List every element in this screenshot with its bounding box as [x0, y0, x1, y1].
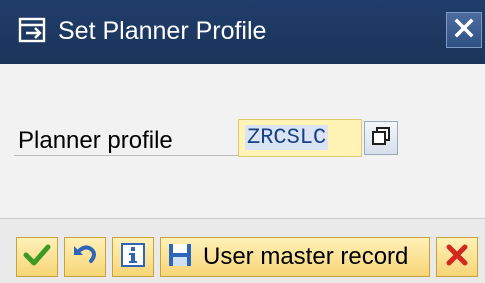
user-master-record-button[interactable]: User master record [160, 237, 430, 277]
undo-icon [71, 242, 99, 273]
cancel-icon [445, 243, 469, 272]
value-help-button[interactable] [364, 121, 398, 155]
info-button[interactable] [112, 237, 154, 277]
set-planner-profile-dialog: Set Planner Profile Planner profile ZRCS… [0, 0, 485, 283]
checkmark-icon [23, 242, 51, 273]
planner-profile-input[interactable]: ZRCSLC [238, 119, 362, 157]
user-master-record-label: User master record [203, 243, 409, 270]
cancel-button[interactable] [436, 237, 478, 277]
save-icon [167, 242, 193, 273]
info-icon [120, 242, 146, 273]
planner-profile-value: ZRCSLC [245, 125, 329, 150]
title-bar: Set Planner Profile [0, 0, 485, 64]
close-icon [453, 17, 475, 44]
dialog-title: Set Planner Profile [58, 17, 267, 45]
dialog-window-icon [16, 14, 50, 48]
planner-profile-label: Planner profile [18, 127, 173, 154]
copy-icon [370, 125, 392, 152]
undo-button[interactable] [64, 237, 106, 277]
close-button[interactable] [446, 12, 482, 48]
label-underline [14, 155, 240, 156]
continue-button[interactable] [16, 237, 58, 277]
